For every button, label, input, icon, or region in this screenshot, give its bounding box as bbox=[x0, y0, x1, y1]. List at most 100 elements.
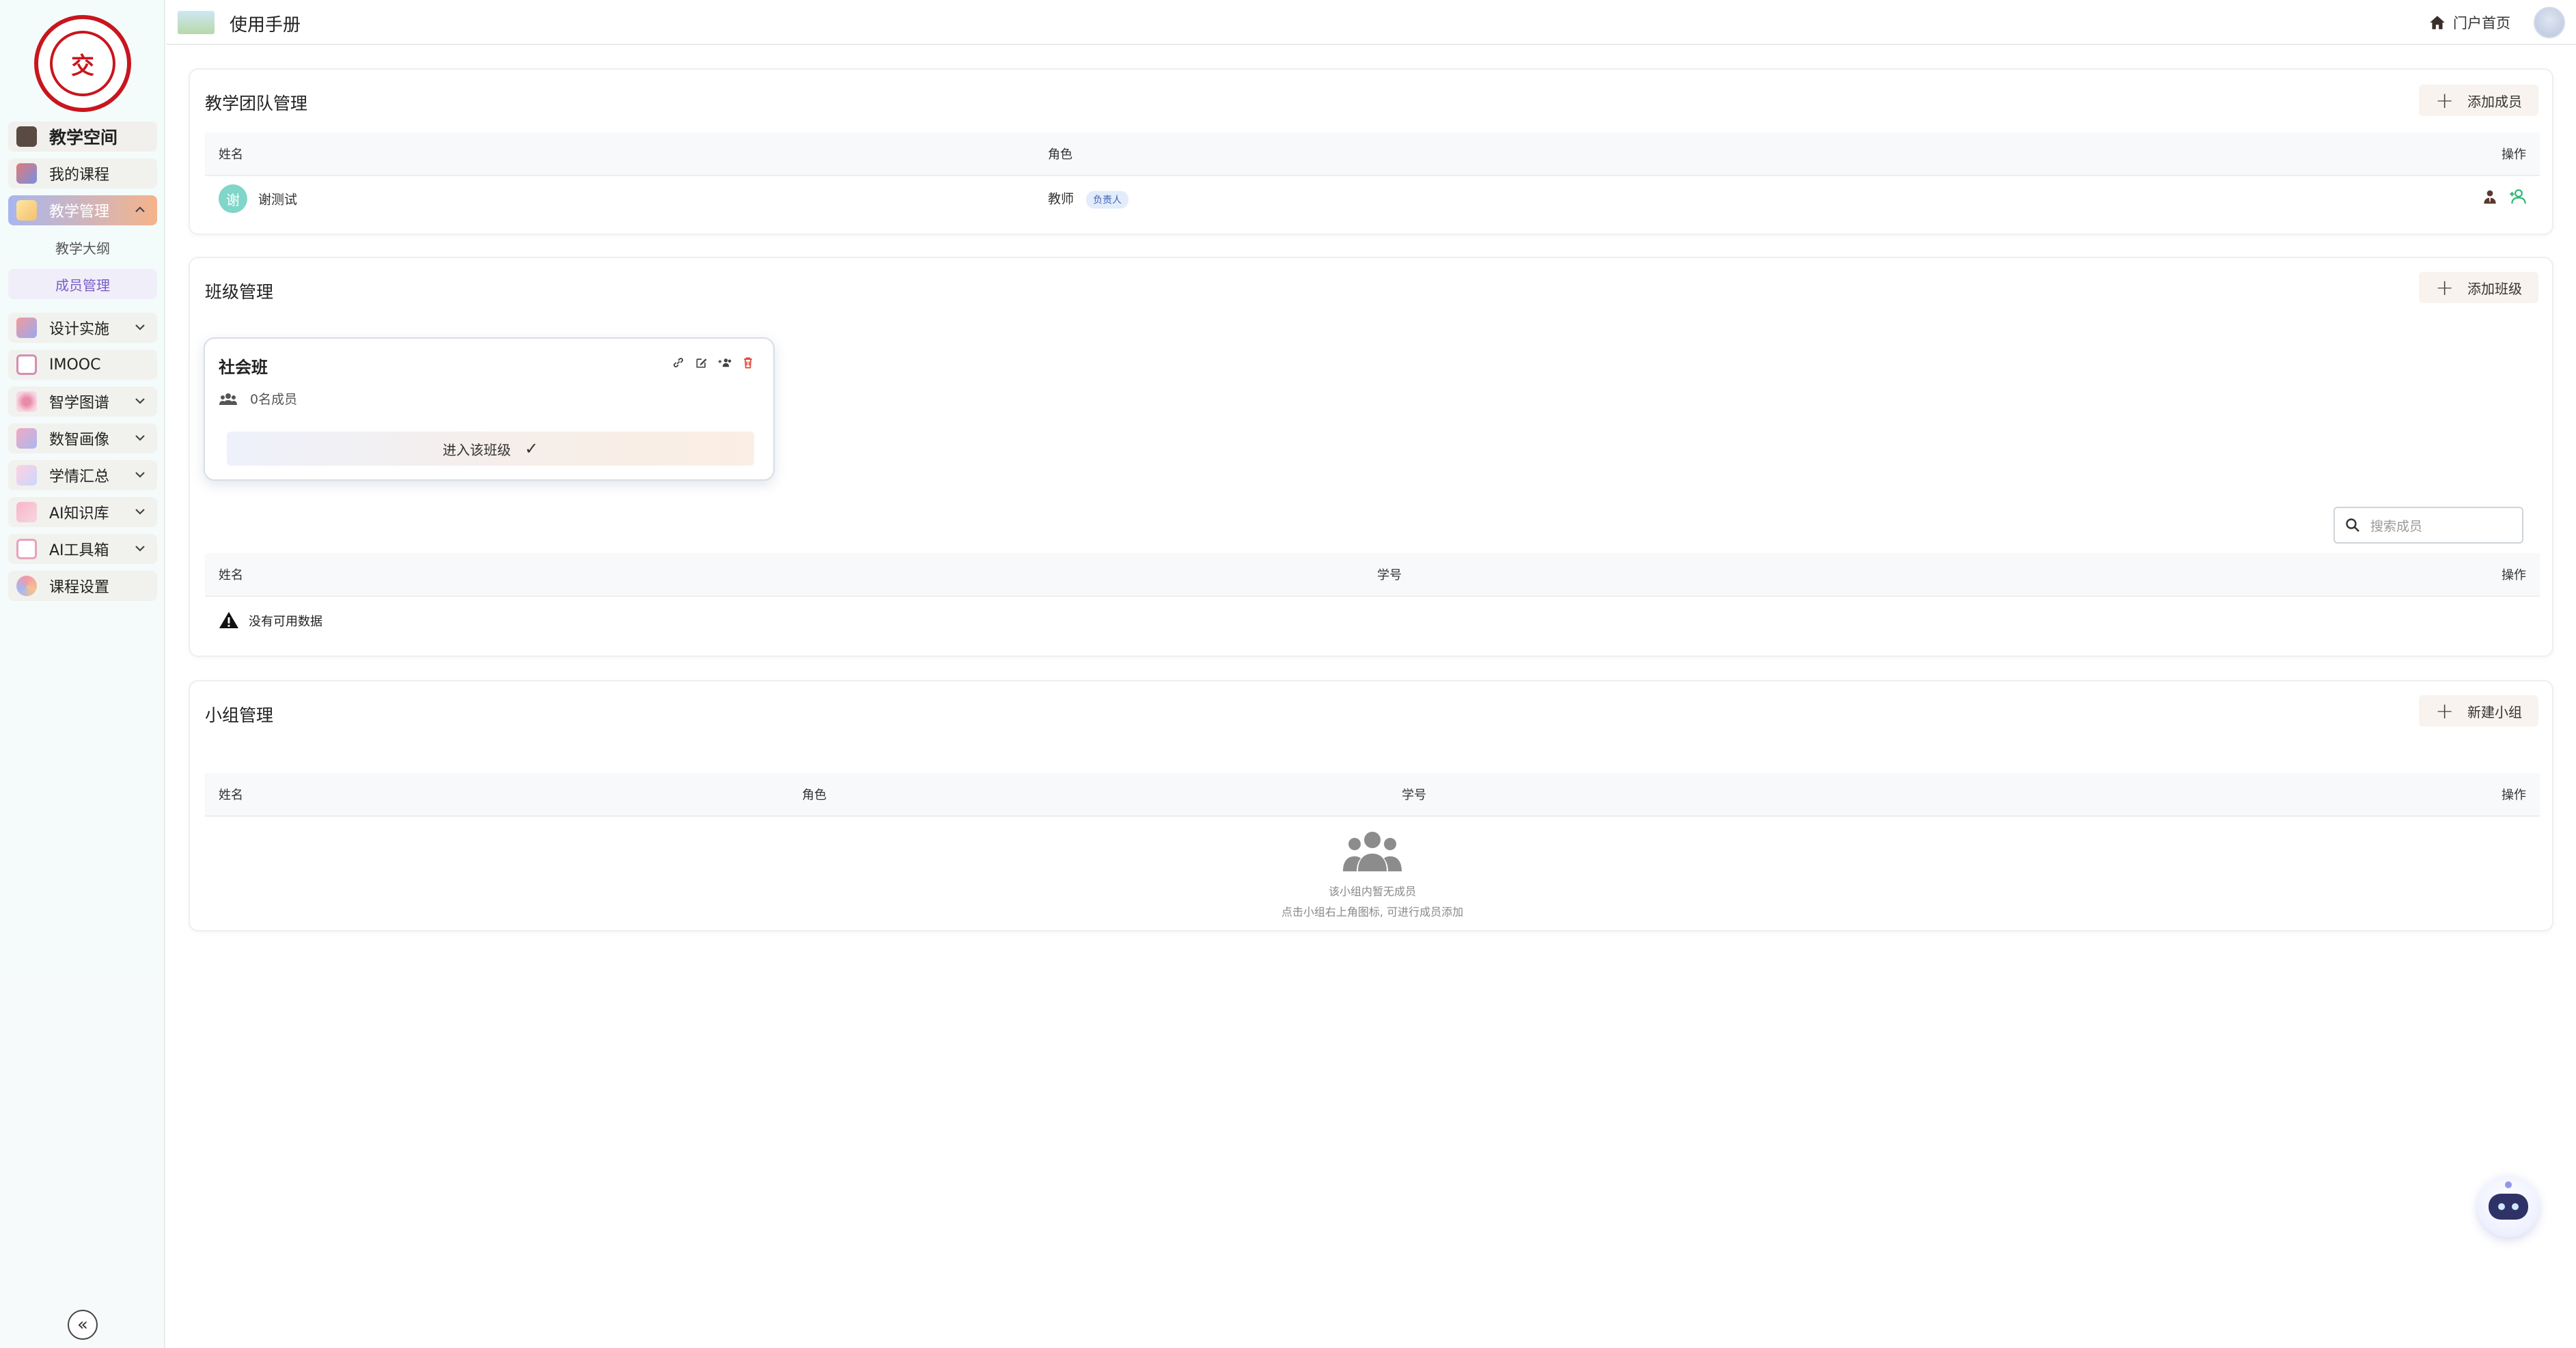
column-actions: 操作 bbox=[2502, 568, 2526, 582]
sidebar-item-label: IMOOC bbox=[49, 356, 101, 374]
sidebar-item-digital-profile[interactable]: 数智画像 bbox=[8, 423, 157, 453]
class-delete-button[interactable] bbox=[740, 355, 756, 370]
transfer-owner-button[interactable] bbox=[2481, 188, 2499, 210]
class-link-button[interactable] bbox=[671, 355, 686, 370]
sidebar-item-label: AI知识库 bbox=[49, 505, 109, 522]
column-actions: 操作 bbox=[2502, 148, 2526, 162]
class-member-count: 0名成员 bbox=[219, 389, 297, 408]
sidebar-item-label: AI工具箱 bbox=[49, 542, 109, 559]
enter-class-button[interactable]: 进入该班级 ✓ bbox=[227, 432, 754, 466]
logo-emblem-icon: 交 bbox=[50, 31, 115, 96]
plus-icon: + bbox=[2435, 87, 2454, 113]
top-bar: 使用手册 门户首页 bbox=[167, 0, 2576, 45]
portal-home-label: 门户首页 bbox=[2453, 15, 2510, 31]
chevron-down-icon bbox=[135, 398, 145, 404]
plus-icon: + bbox=[2435, 275, 2454, 300]
chevron-down-icon bbox=[135, 324, 145, 331]
warning-icon bbox=[219, 612, 238, 628]
settings-icon bbox=[16, 576, 37, 596]
role-text: 教师 bbox=[1048, 191, 1075, 207]
class-add-members-button[interactable] bbox=[717, 355, 732, 370]
sidebar-item-course-settings[interactable]: 课程设置 bbox=[8, 571, 157, 601]
sidebar-header-label: 教学空间 bbox=[49, 128, 118, 148]
search-member-input[interactable]: 搜索成员 bbox=[2333, 507, 2523, 544]
sidebar-item-learning-summary[interactable]: 学情汇总 bbox=[8, 460, 157, 490]
teaching-team-title: 教学团队管理 bbox=[205, 94, 308, 113]
sidebar-item-label: 数智画像 bbox=[49, 432, 110, 449]
sidebar-item-label: 我的课程 bbox=[49, 167, 110, 184]
double-chevron-left-icon: « bbox=[77, 1315, 88, 1335]
table-row: 谢 谢测试 教师 负责人 bbox=[205, 176, 2540, 221]
sidebar-item-label: 学情汇总 bbox=[49, 468, 110, 486]
class-management-card: 班级管理 + 添加班级 社会班 0名成员 进入该班级 ✓ 搜索成员 姓名 学号 … bbox=[189, 257, 2553, 657]
group-empty-state: 该小组内暂无成员 点击小组右上角图标, 可进行成员添加 bbox=[190, 830, 2555, 919]
chevron-down-icon bbox=[135, 546, 145, 552]
robot-antenna-icon bbox=[2505, 1181, 2512, 1188]
sidebar-item-knowledge-graph[interactable]: 智学图谱 bbox=[8, 387, 157, 417]
trash-icon bbox=[744, 357, 752, 369]
sidebar-item-my-courses[interactable]: 我的课程 bbox=[8, 158, 157, 188]
member-name: 谢测试 bbox=[258, 192, 298, 208]
sidebar-header-teaching-space[interactable]: 教学空间 bbox=[8, 122, 157, 152]
class-members-table-header: 姓名 学号 操作 bbox=[205, 553, 2540, 597]
empty-data-row: 没有可用数据 bbox=[205, 597, 2540, 642]
sidebar-item-label: 设计实施 bbox=[49, 321, 110, 338]
ai-assistant-button[interactable] bbox=[2478, 1176, 2539, 1237]
add-member-button[interactable]: + 添加成员 bbox=[2419, 85, 2538, 116]
class-edit-button[interactable] bbox=[694, 355, 709, 370]
sidebar-item-ai-knowledge[interactable]: AI知识库 bbox=[8, 497, 157, 527]
knowledge-icon bbox=[16, 502, 37, 522]
sidebar-subitem-label: 教学大纲 bbox=[55, 240, 110, 257]
profile-chart-icon bbox=[16, 428, 37, 449]
column-student-id: 学号 bbox=[1377, 568, 1402, 582]
sidebar-item-design[interactable]: 设计实施 bbox=[8, 313, 157, 343]
add-class-label: 添加班级 bbox=[2467, 280, 2522, 297]
people-icon bbox=[219, 393, 237, 405]
class-card[interactable]: 社会班 0名成员 进入该班级 ✓ bbox=[204, 337, 775, 481]
member-count-text: 0名成员 bbox=[250, 392, 298, 407]
search-placeholder: 搜索成员 bbox=[2370, 518, 2423, 534]
column-actions: 操作 bbox=[2502, 788, 2526, 802]
column-name: 姓名 bbox=[219, 568, 243, 582]
search-icon bbox=[2346, 518, 2359, 532]
chevron-down-icon bbox=[135, 472, 145, 478]
chevron-down-icon bbox=[135, 509, 145, 515]
group-people-icon bbox=[1343, 832, 1402, 871]
class-name: 社会班 bbox=[219, 358, 268, 377]
column-student-id: 学号 bbox=[1402, 788, 1426, 802]
member-role: 教师 负责人 bbox=[1048, 189, 1129, 209]
empty-data-text: 没有可用数据 bbox=[249, 615, 322, 629]
university-logo: 交 bbox=[34, 15, 131, 112]
link-icon bbox=[674, 358, 683, 367]
group-add-icon bbox=[718, 359, 732, 367]
add-class-button[interactable]: + 添加班级 bbox=[2419, 272, 2538, 303]
add-member-label: 添加成员 bbox=[2467, 93, 2522, 110]
column-role: 角色 bbox=[1048, 148, 1072, 162]
sidebar-item-ai-toolbox[interactable]: AI工具箱 bbox=[8, 534, 157, 564]
user-add-icon bbox=[2510, 189, 2526, 204]
sidebar-item-label: 课程设置 bbox=[49, 579, 110, 596]
sidebar-item-imooc[interactable]: IMOOC bbox=[8, 350, 157, 380]
sidebar-subitem-member-management[interactable]: 成员管理 bbox=[8, 269, 157, 299]
sidebar: 交 教学空间 我的课程 教学管理 教学大纲 成员管理 设计实施 IMOOC 智学… bbox=[0, 0, 165, 1348]
sidebar-item-teaching-management[interactable]: 教学管理 bbox=[8, 195, 157, 225]
group-management-title: 小组管理 bbox=[205, 705, 274, 725]
user-manual-link[interactable]: 使用手册 bbox=[230, 11, 301, 36]
user-tie-icon bbox=[2484, 190, 2496, 204]
user-avatar[interactable] bbox=[2534, 7, 2565, 38]
sidebar-subitem-syllabus[interactable]: 教学大纲 bbox=[8, 232, 157, 262]
class-management-title: 班级管理 bbox=[205, 282, 274, 302]
robot-icon bbox=[2489, 1194, 2528, 1220]
avatar: 谢 bbox=[219, 184, 247, 213]
portal-home-link[interactable]: 门户首页 bbox=[2428, 12, 2510, 33]
graph-icon bbox=[16, 391, 37, 412]
column-role: 角色 bbox=[802, 788, 827, 802]
chevron-down-icon bbox=[135, 435, 145, 441]
sidebar-collapse-button[interactable]: « bbox=[68, 1310, 98, 1340]
member-settings-button[interactable] bbox=[2508, 188, 2529, 210]
home-icon bbox=[2430, 16, 2445, 29]
class-card-actions bbox=[671, 355, 756, 370]
new-group-button[interactable]: + 新建小组 bbox=[2419, 695, 2538, 727]
sidebar-item-label: 智学图谱 bbox=[49, 395, 110, 412]
chevron-up-icon bbox=[135, 206, 145, 212]
